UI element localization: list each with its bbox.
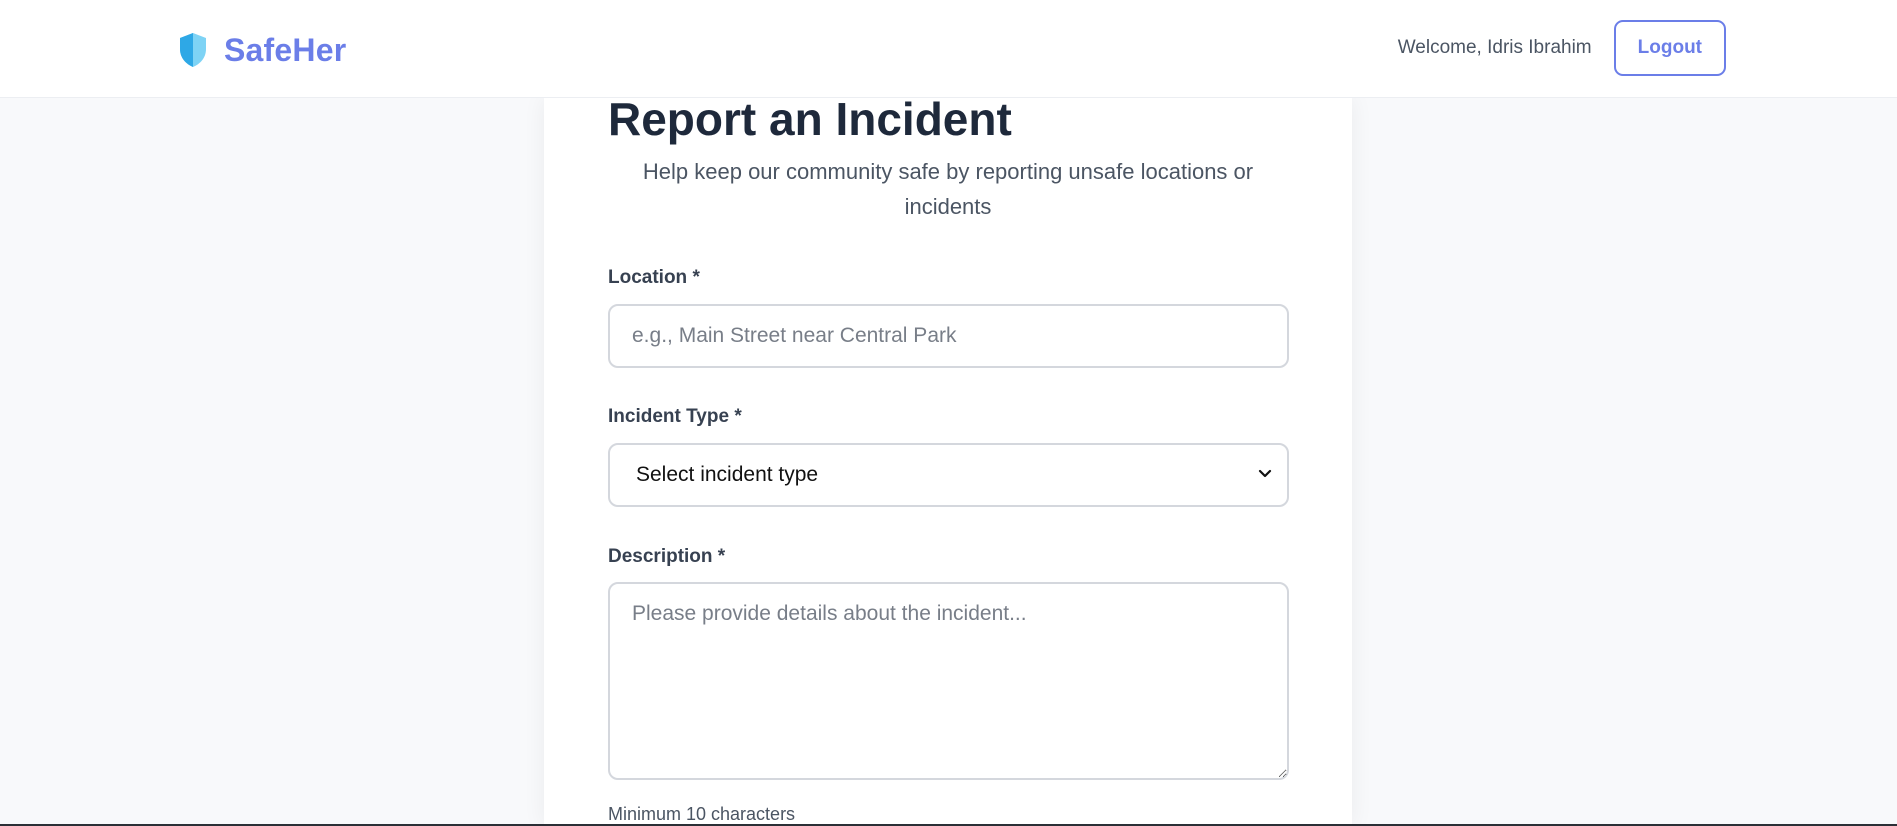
chevron-down-icon xyxy=(1257,463,1272,487)
logout-button[interactable]: Logout xyxy=(1613,20,1726,76)
report-form-card: Report an Incident Help keep our communi… xyxy=(544,93,1352,826)
welcome-text: Welcome, Idris Ibrahim xyxy=(1397,37,1592,58)
location-label: Location * xyxy=(608,267,700,288)
incident-type-selected: Select incident type xyxy=(636,463,819,486)
top-navbar: SafeHer Welcome, Idris Ibrahim Logout xyxy=(0,0,1897,98)
description-label: Description * xyxy=(608,546,726,567)
user-area: Welcome, Idris Ibrahim Logout xyxy=(1398,20,1726,76)
brand-name: SafeHer xyxy=(224,31,347,68)
incident-type-label: Incident Type * xyxy=(608,406,742,427)
description-textarea[interactable] xyxy=(608,582,1289,780)
description-hint: Minimum 10 characters xyxy=(608,804,796,824)
location-input[interactable] xyxy=(608,304,1289,368)
page-title: Report an Incident xyxy=(608,93,1012,145)
page-subtitle: Help keep our community safe by reportin… xyxy=(642,159,1254,219)
incident-type-select[interactable]: Select incident type xyxy=(608,443,1289,507)
shield-icon xyxy=(178,32,208,68)
brand-logo[interactable]: SafeHer xyxy=(178,30,346,70)
